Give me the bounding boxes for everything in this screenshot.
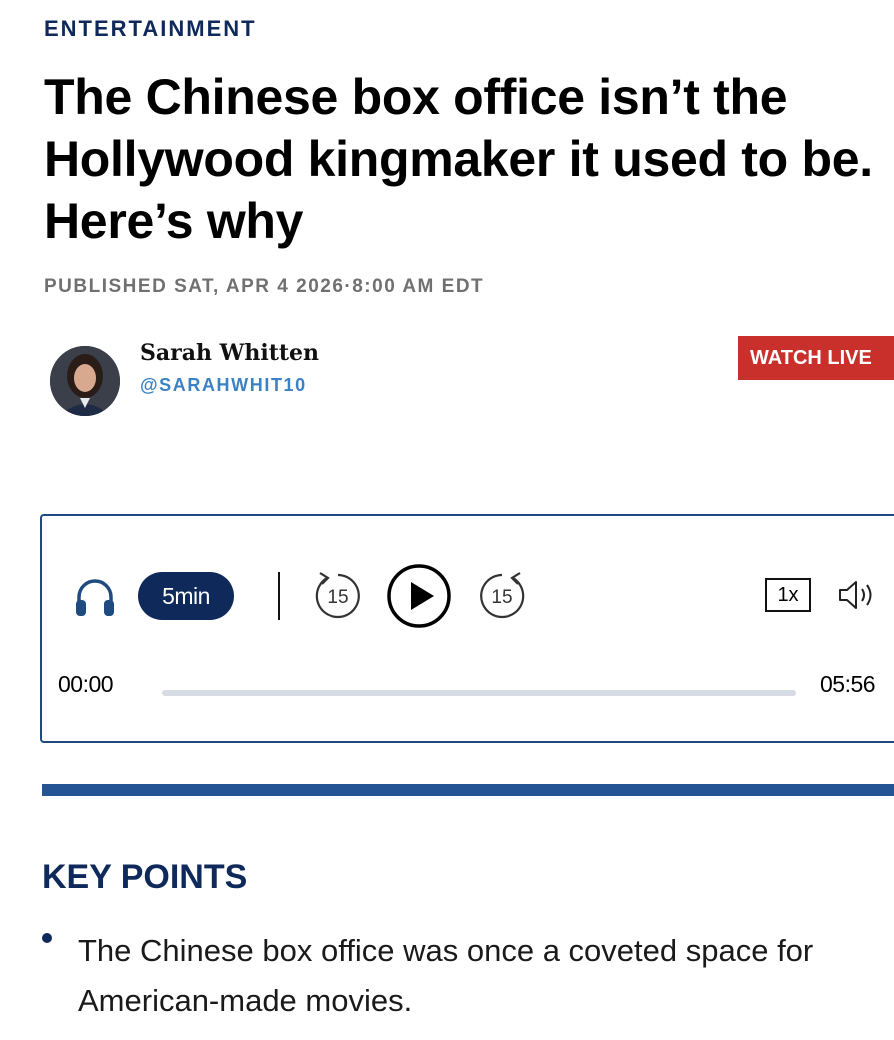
rewind-15-button[interactable]: 15 <box>312 570 364 622</box>
play-icon <box>387 564 451 628</box>
duration-badge: 5min <box>138 572 234 620</box>
section-divider <box>42 784 894 796</box>
watch-live-button[interactable]: WATCH LIVE <box>738 336 894 380</box>
playback-speed-button[interactable]: 1x <box>765 578 811 612</box>
volume-icon <box>839 581 872 609</box>
progress-bar[interactable] <box>162 690 796 696</box>
rewind-seconds-label: 15 <box>327 587 348 608</box>
forward-15-icon: 15 <box>480 572 525 619</box>
article-category[interactable]: ENTERTAINMENT <box>44 16 257 42</box>
key-point-item: The Chinese box office was once a covete… <box>42 926 822 1026</box>
total-time: 05:56 <box>820 671 876 697</box>
rewind-15-icon: 15 <box>315 572 360 619</box>
key-points-list: The Chinese box office was once a covete… <box>42 926 822 1026</box>
play-button[interactable] <box>386 563 452 629</box>
key-points-heading: KEY POINTS <box>42 858 248 896</box>
current-time: 00:00 <box>58 671 114 697</box>
audio-player: 5min 15 15 1x 00:00 05:56 <box>40 514 894 743</box>
headphones-icon <box>76 579 114 616</box>
key-point-text: The Chinese box office was once a covete… <box>78 933 814 1018</box>
author-name[interactable]: Sarah Whitten <box>140 340 319 366</box>
author-handle[interactable]: @SARAHWHIT10 <box>140 375 307 396</box>
forward-15-button[interactable]: 15 <box>476 570 528 622</box>
author-photo <box>50 346 120 416</box>
control-divider <box>278 572 280 620</box>
bullet-icon <box>42 933 52 943</box>
forward-seconds-label: 15 <box>491 587 512 608</box>
author-avatar[interactable] <box>50 346 120 416</box>
article-headline: The Chinese box office isn’t the Hollywo… <box>44 69 873 249</box>
volume-button[interactable] <box>838 578 880 612</box>
published-timestamp: PUBLISHED SAT, APR 4 2026·8:00 AM EDT <box>44 276 485 297</box>
